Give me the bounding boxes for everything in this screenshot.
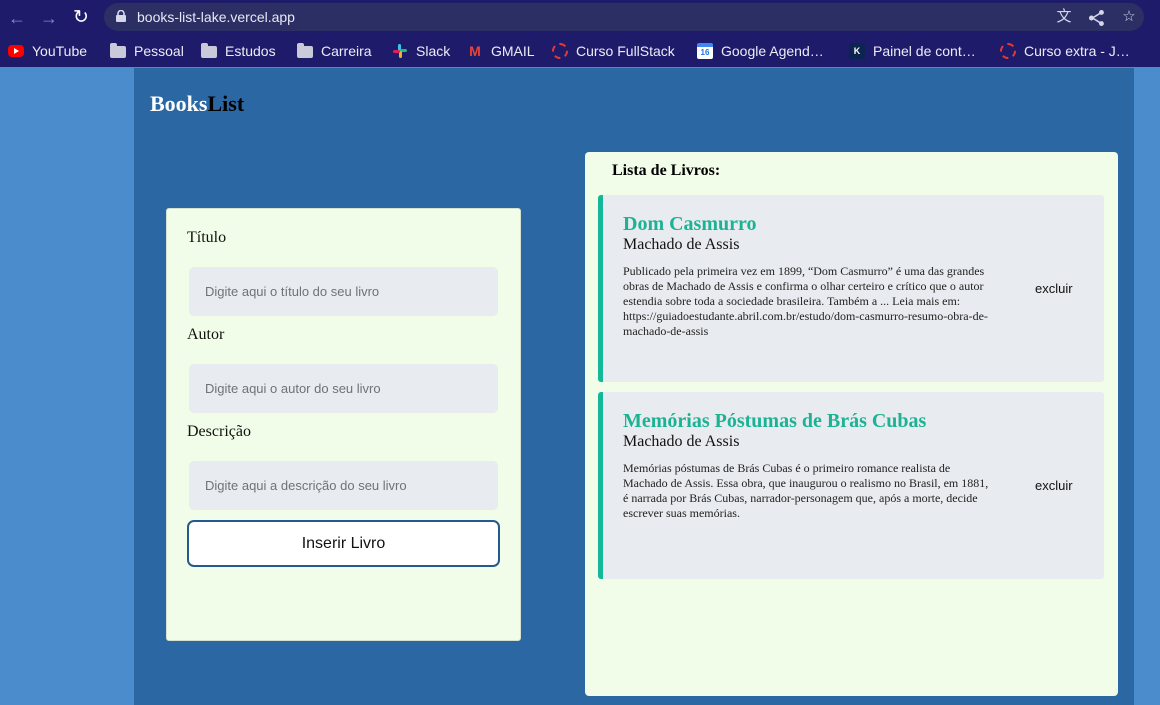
youtube-icon bbox=[8, 45, 24, 57]
delete-book-button[interactable]: excluir bbox=[1035, 281, 1073, 296]
bookmark-label: Painel de cont… bbox=[873, 43, 976, 59]
translate-icon[interactable]: 文 bbox=[1054, 7, 1074, 27]
book-item: Memórias Póstumas de Brás Cubas Machado … bbox=[598, 392, 1104, 579]
bookmark-slack[interactable]: Slack bbox=[392, 41, 450, 61]
bookmark-label: Estudos bbox=[225, 43, 276, 59]
url-text: books-list-lake.vercel.app bbox=[137, 9, 295, 25]
bookmark-gmail[interactable]: M GMAIL bbox=[467, 41, 535, 61]
share-icon[interactable] bbox=[1087, 8, 1107, 28]
reload-icon[interactable]: ↻ bbox=[70, 7, 92, 29]
bookmark-google-agenda[interactable]: 16 Google Agend… bbox=[697, 41, 824, 61]
title-label: Título bbox=[187, 229, 227, 246]
list-heading: Lista de Livros: bbox=[612, 162, 721, 179]
bookmark-estudos[interactable]: Estudos bbox=[201, 41, 276, 61]
slack-icon bbox=[393, 44, 407, 58]
forward-arrow-icon[interactable]: → bbox=[38, 7, 60, 29]
insert-book-button[interactable]: Inserir Livro bbox=[187, 520, 500, 567]
book-description: Publicado pela primeira vez em 1899, “Do… bbox=[623, 264, 988, 338]
brand-books: Books bbox=[150, 91, 208, 116]
bookmark-label: Curso FullStack bbox=[576, 43, 675, 59]
brand-list: List bbox=[207, 91, 245, 116]
bookmark-pessoal[interactable]: Pessoal bbox=[110, 41, 184, 61]
calendar-icon: 16 bbox=[697, 43, 713, 59]
folder-icon bbox=[201, 43, 217, 58]
title-input[interactable] bbox=[189, 267, 498, 316]
author-input[interactable] bbox=[189, 364, 498, 413]
bookmark-curso-fullstack[interactable]: Curso FullStack bbox=[552, 41, 675, 61]
book-author: Machado de Assis bbox=[623, 236, 740, 253]
book-title: Dom Casmurro bbox=[623, 213, 757, 235]
brand-logo: BooksList bbox=[150, 91, 244, 117]
address-bar[interactable]: books-list-lake.vercel.app 文 ☆ bbox=[104, 3, 1144, 31]
description-input[interactable] bbox=[189, 461, 498, 510]
bookmark-label: YouTube bbox=[32, 43, 88, 59]
bookmarks-bar: YouTube Pessoal Estudos Carreira Slack M… bbox=[0, 35, 1160, 67]
ring-icon bbox=[552, 43, 568, 59]
book-title: Memórias Póstumas de Brás Cubas bbox=[623, 410, 927, 432]
book-form: Título Autor Descrição Inserir Livro bbox=[166, 208, 521, 641]
delete-book-button[interactable]: excluir bbox=[1035, 478, 1073, 493]
browser-toolbar: ← → ↻ books-list-lake.vercel.app 文 ☆ bbox=[0, 0, 1160, 35]
book-item: Dom Casmurro Machado de Assis Publicado … bbox=[598, 195, 1104, 382]
book-description: Memórias póstumas de Brás Cubas é o prim… bbox=[623, 461, 989, 520]
bookmark-carreira[interactable]: Carreira bbox=[297, 41, 372, 61]
author-label: Autor bbox=[187, 326, 225, 343]
gmail-icon: M bbox=[469, 43, 481, 59]
bookmark-label: GMAIL bbox=[491, 43, 535, 59]
bookmark-youtube[interactable]: YouTube bbox=[8, 41, 87, 61]
bookmark-curso-extra[interactable]: Curso extra - J… bbox=[1000, 41, 1130, 61]
folder-icon bbox=[110, 43, 126, 58]
back-arrow-icon[interactable]: ← bbox=[6, 7, 28, 29]
lock-icon bbox=[116, 10, 126, 22]
book-author: Machado de Assis bbox=[623, 433, 740, 450]
bookmark-label: Google Agend… bbox=[721, 43, 824, 59]
ring-icon bbox=[1000, 43, 1016, 59]
bookmark-star-icon[interactable]: ☆ bbox=[1119, 7, 1139, 27]
bookmark-label: Slack bbox=[416, 43, 451, 59]
bookmark-label: Carreira bbox=[321, 43, 372, 59]
bookmark-painel[interactable]: K Painel de cont… bbox=[849, 41, 976, 61]
app-container: BooksList Título Autor Descrição Inserir… bbox=[134, 68, 1134, 705]
bookmark-label: Curso extra - J… bbox=[1024, 43, 1130, 59]
description-label: Descrição bbox=[187, 423, 251, 440]
panel-icon: K bbox=[849, 43, 865, 59]
bookmark-label: Pessoal bbox=[134, 43, 184, 59]
folder-icon bbox=[297, 43, 313, 58]
book-list: Lista de Livros: Dom Casmurro Machado de… bbox=[585, 152, 1118, 696]
